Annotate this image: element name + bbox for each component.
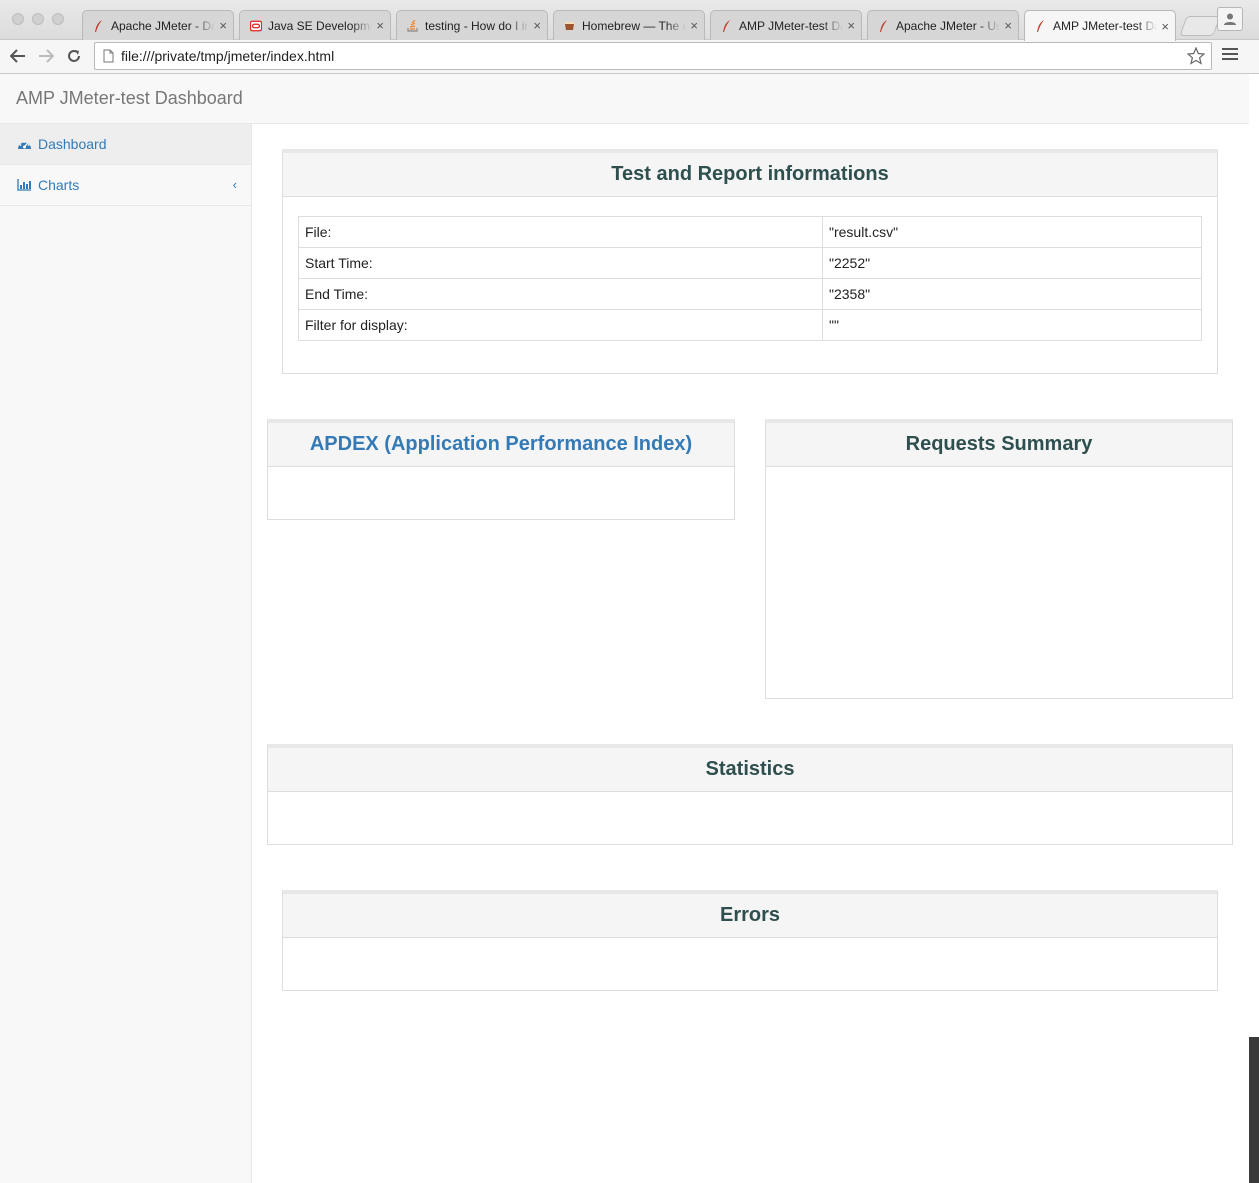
browser-tab-active[interactable]: AMP JMeter-test Dashboard × [1024, 10, 1176, 41]
browser-tab[interactable]: AMP JMeter-test Dashboard × [710, 10, 862, 40]
feather-icon [93, 19, 105, 32]
chevron-left-icon[interactable]: ‹ [233, 177, 237, 192]
table-cell-key: Filter for display: [298, 309, 823, 341]
profile-button[interactable] [1217, 7, 1243, 31]
window-close-button[interactable] [12, 13, 24, 25]
reload-button[interactable] [62, 44, 86, 68]
close-icon[interactable]: × [690, 18, 698, 33]
tab-title: Apache JMeter - Dashboard [111, 18, 215, 33]
tab-title: Homebrew — The missing [582, 18, 686, 33]
arrow-left-icon [10, 49, 25, 63]
sidebar-item-label: Charts [38, 177, 80, 193]
table-row: End Time: "2358" [298, 278, 1202, 310]
browser-tab-strip: Apache JMeter - Dashboard × Java SE Deve… [0, 0, 1259, 41]
close-icon[interactable]: × [376, 18, 384, 33]
requests-summary-panel: Requests Summary [765, 419, 1233, 699]
sidebar-item-charts[interactable]: Charts ‹ [0, 165, 251, 206]
reload-icon [68, 50, 80, 62]
browser-tab[interactable]: Apache JMeter - User's Manual × [867, 10, 1019, 40]
browser-toolbar: file:///private/tmp/jmeter/index.html [0, 40, 1259, 74]
close-icon[interactable]: × [1004, 18, 1012, 33]
apdex-title-link[interactable]: APDEX (Application Performance Index) [268, 423, 734, 467]
feather-icon [1035, 20, 1047, 32]
stackoverflow-icon [407, 19, 419, 32]
test-info-panel: Test and Report informations File: "resu… [282, 149, 1218, 374]
sidebar-item-label: Dashboard [38, 136, 107, 152]
close-icon[interactable]: × [219, 18, 227, 33]
browser-tab[interactable]: testing - How do I install × [396, 10, 548, 40]
main-content: Test and Report informations File: "resu… [252, 124, 1249, 1183]
table-row: File: "result.csv" [298, 216, 1202, 248]
window-minimize-button[interactable] [32, 13, 44, 25]
apdex-panel: APDEX (Application Performance Index) [267, 419, 735, 520]
address-bar-url: file:///private/tmp/jmeter/index.html [121, 48, 335, 64]
statistics-panel: Statistics [267, 744, 1233, 845]
table-cell-value: "2252" [822, 247, 1202, 279]
browser-tab[interactable]: Java SE Development Kit × [239, 10, 391, 40]
window-zoom-button[interactable] [52, 13, 64, 25]
oracle-icon [250, 20, 262, 32]
tab-title: Java SE Development Kit [268, 18, 372, 33]
test-info-table: File: "result.csv" Start Time: "2252" En… [298, 216, 1202, 341]
close-icon[interactable]: × [847, 18, 855, 33]
tab-title: AMP JMeter-test Dashboard [739, 18, 843, 33]
feather-icon [878, 19, 890, 32]
table-cell-key: End Time: [298, 278, 823, 310]
tab-title: Apache JMeter - User's Manual [896, 18, 1000, 33]
page-icon [95, 49, 121, 63]
sidebar-item-dashboard[interactable]: Dashboard [0, 124, 251, 165]
tab-title: AMP JMeter-test Dashboard [1053, 19, 1157, 33]
forward-button[interactable] [34, 44, 58, 68]
browser-tab[interactable]: Homebrew — The missing × [553, 10, 705, 40]
back-button[interactable] [6, 44, 30, 68]
app-brand[interactable]: AMP JMeter-test Dashboard [16, 88, 243, 109]
close-icon[interactable]: × [533, 18, 541, 33]
bookmark-star-icon[interactable] [1186, 46, 1206, 70]
feather-icon [721, 19, 733, 32]
desktop-background [1249, 1037, 1259, 1183]
table-row: Filter for display: "" [298, 309, 1202, 341]
close-icon[interactable]: × [1161, 19, 1169, 34]
table-cell-value: "" [822, 309, 1202, 341]
browser-menu-icon[interactable] [1222, 48, 1238, 63]
table-cell-value: "2358" [822, 278, 1202, 310]
panel-title: Statistics [268, 748, 1232, 792]
table-cell-key: Start Time: [298, 247, 823, 279]
new-tab-button[interactable] [1179, 16, 1221, 36]
address-bar[interactable]: file:///private/tmp/jmeter/index.html [94, 42, 1212, 70]
homebrew-icon [564, 20, 576, 32]
table-row: Start Time: "2252" [298, 247, 1202, 279]
table-cell-key: File: [298, 216, 823, 248]
sidebar: Dashboard Charts ‹ [0, 124, 252, 1183]
dashboard-icon [17, 137, 33, 151]
errors-panel: Errors [282, 890, 1218, 991]
app-navbar: AMP JMeter-test Dashboard [0, 74, 1249, 124]
arrow-right-icon [39, 49, 54, 63]
panel-title: Errors [283, 894, 1217, 938]
person-icon [1224, 13, 1236, 25]
browser-tab[interactable]: Apache JMeter - Dashboard × [82, 10, 234, 40]
table-cell-value: "result.csv" [822, 216, 1202, 248]
panel-title: Test and Report informations [283, 153, 1217, 197]
tab-title: testing - How do I install [425, 18, 529, 33]
bar-chart-icon [17, 178, 33, 192]
panel-title: Requests Summary [766, 423, 1232, 467]
window-edge [1249, 74, 1259, 1183]
